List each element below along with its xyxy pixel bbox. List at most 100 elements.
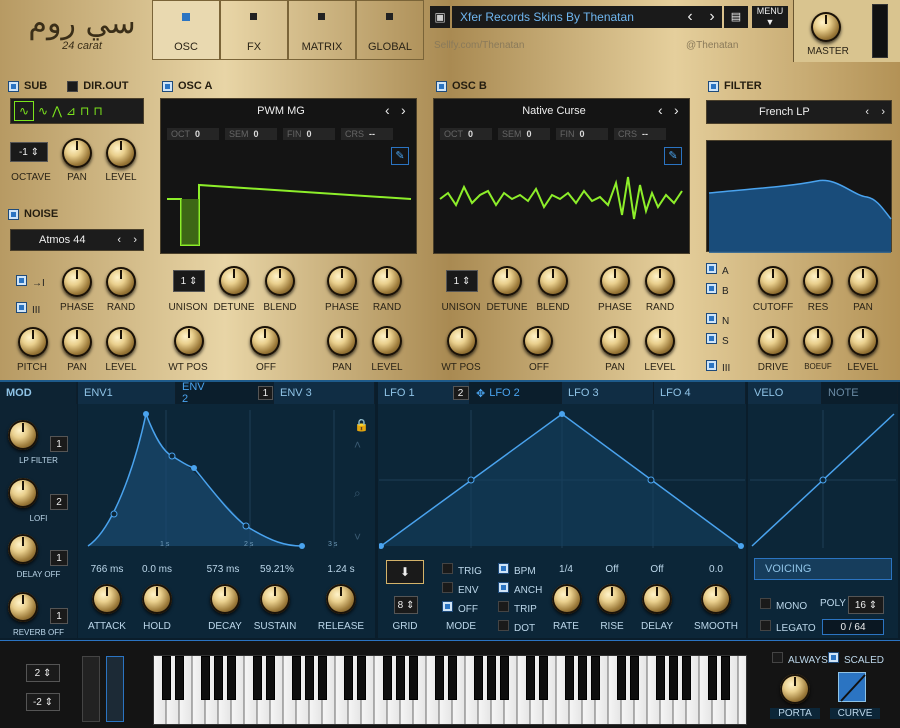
oscb-enable-checkbox[interactable]	[436, 80, 447, 92]
tab-lfo1[interactable]: LFO 12	[378, 382, 470, 404]
oscb-blend-knob[interactable]	[538, 266, 568, 296]
mod-slot-1[interactable]: 1	[6, 418, 72, 458]
osca-warp-knob[interactable]	[250, 326, 280, 356]
oscb-wave-name[interactable]: Native Curse	[434, 105, 674, 117]
legato-checkbox[interactable]: LEGATO	[760, 620, 816, 634]
black-key[interactable]	[500, 656, 509, 700]
mono-checkbox[interactable]: MONO	[760, 598, 807, 612]
black-key[interactable]	[162, 656, 171, 700]
menu-button[interactable]: MENU ▼	[752, 6, 788, 28]
oscb-prev-wave-arrow[interactable]: ‹	[658, 102, 663, 118]
noise-preset[interactable]: Atmos 44 ‹ ›	[10, 229, 144, 251]
tab-lfo4[interactable]: LFO 4	[654, 382, 746, 404]
oscb-detune-knob[interactable]	[492, 266, 522, 296]
filter-level-knob[interactable]	[848, 326, 878, 356]
black-key[interactable]	[656, 656, 665, 700]
dirout-checkbox[interactable]	[67, 80, 79, 92]
black-key[interactable]	[266, 656, 275, 700]
lfo-mode-trig[interactable]: TRIG	[442, 563, 482, 577]
filter-prev-arrow[interactable]: ‹	[865, 101, 869, 123]
ramp-wave-icon[interactable]: ⊿	[66, 104, 76, 118]
lfo-mode-env[interactable]: ENV	[442, 582, 479, 596]
delay-knob[interactable]	[642, 584, 672, 614]
octave-stepper[interactable]: -1 ⇕	[10, 142, 48, 162]
filter-pan-knob[interactable]	[848, 266, 878, 296]
preset-name[interactable]: Xfer Records Skins By Thenatan ▼	[452, 6, 702, 28]
oscb-warp-knob[interactable]	[523, 326, 553, 356]
black-key[interactable]	[448, 656, 457, 700]
oscb-edit-icon[interactable]: ✎	[664, 147, 682, 165]
tab-fx[interactable]: FX	[220, 0, 288, 60]
black-key[interactable]	[201, 656, 210, 700]
tab-env3[interactable]: ENV 3	[274, 382, 375, 404]
oscb-pan-knob[interactable]	[600, 326, 630, 356]
black-key[interactable]	[487, 656, 496, 700]
res-knob[interactable]	[803, 266, 833, 296]
curve-display[interactable]	[838, 672, 866, 702]
noise-phase-knob[interactable]	[62, 267, 92, 297]
zoom-out-icon[interactable]: ˅	[354, 530, 361, 544]
noise-oneshot-icon[interactable]: →I	[16, 275, 45, 289]
black-key[interactable]	[682, 656, 691, 700]
black-key[interactable]	[253, 656, 262, 700]
osca-prev-wave-arrow[interactable]: ‹	[385, 102, 390, 118]
tab-note[interactable]: NOTE	[822, 382, 898, 404]
browser-icon[interactable]: ▤	[724, 6, 748, 28]
mod-wheel[interactable]	[106, 656, 124, 722]
magnifier-icon[interactable]: ⌕	[354, 486, 361, 501]
osca-wave-name[interactable]: PWM MG	[161, 105, 401, 117]
smooth-knob[interactable]	[701, 584, 731, 614]
lfo-mode-off[interactable]: OFF	[442, 601, 478, 615]
tab-osc[interactable]: OSC	[152, 0, 220, 60]
sub-pan-knob[interactable]	[62, 138, 92, 168]
black-key[interactable]	[591, 656, 600, 700]
black-key[interactable]	[708, 656, 717, 700]
pitch-wheel[interactable]	[82, 656, 100, 722]
osca-detune-knob[interactable]	[219, 266, 249, 296]
osca-pan-knob[interactable]	[327, 326, 357, 356]
black-key[interactable]	[214, 656, 223, 700]
filter-route-b[interactable]: B	[706, 283, 729, 297]
noise-rand-knob[interactable]	[106, 267, 136, 297]
noise-enable-checkbox[interactable]	[8, 208, 19, 220]
cutoff-knob[interactable]	[758, 266, 788, 296]
oscb-wtpos-knob[interactable]	[447, 326, 477, 356]
tab-env1[interactable]: ENV1	[78, 382, 176, 404]
piano-keys[interactable]	[153, 655, 747, 725]
mod-slot-2[interactable]: 2	[6, 476, 72, 516]
osca-enable-checkbox[interactable]	[162, 80, 173, 92]
filter-route-a[interactable]: A	[706, 263, 729, 277]
sustain-knob[interactable]	[260, 584, 290, 614]
filter-next-arrow[interactable]: ›	[881, 101, 885, 123]
next-preset-button[interactable]: ›	[702, 6, 722, 28]
black-key[interactable]	[526, 656, 535, 700]
osca-phase-knob[interactable]	[327, 266, 357, 296]
black-key[interactable]	[721, 656, 730, 700]
osca-edit-icon[interactable]: ✎	[391, 147, 409, 165]
sine-wave-icon[interactable]: ∿	[14, 101, 34, 121]
mod-tab[interactable]: MOD	[0, 382, 77, 404]
filter-keytrack-icon[interactable]: III	[706, 360, 730, 374]
porta-knob[interactable]	[780, 674, 810, 704]
lfo-draw-icon[interactable]: ⬇	[386, 560, 424, 584]
save-icon[interactable]: ▣	[430, 6, 450, 28]
release-knob[interactable]	[326, 584, 356, 614]
bend-down-stepper[interactable]: -2 ⇕	[26, 693, 60, 711]
tab-velo[interactable]: VELO	[748, 382, 822, 404]
lfo-grid-stepper[interactable]: 8 ⇕	[394, 596, 418, 614]
saw-wave-icon[interactable]: ⋀	[52, 104, 62, 118]
osca-wtpos-knob[interactable]	[174, 326, 204, 356]
oscb-phase-knob[interactable]	[600, 266, 630, 296]
black-key[interactable]	[357, 656, 366, 700]
sub-level-knob[interactable]	[106, 138, 136, 168]
osca-level-knob[interactable]	[372, 326, 402, 356]
black-key[interactable]	[539, 656, 548, 700]
master-knob[interactable]	[811, 12, 841, 42]
osca-unison-stepper[interactable]: 1 ⇕	[173, 270, 205, 292]
noise-level-knob[interactable]	[106, 327, 136, 357]
black-key[interactable]	[175, 656, 184, 700]
lfo-trip-checkbox[interactable]: TRIP	[498, 601, 537, 615]
mod-slot-3[interactable]: 1	[6, 532, 72, 572]
pulse-wave-icon[interactable]: ⊓	[93, 104, 102, 118]
noise-keytrack-icon[interactable]: III	[16, 302, 40, 316]
